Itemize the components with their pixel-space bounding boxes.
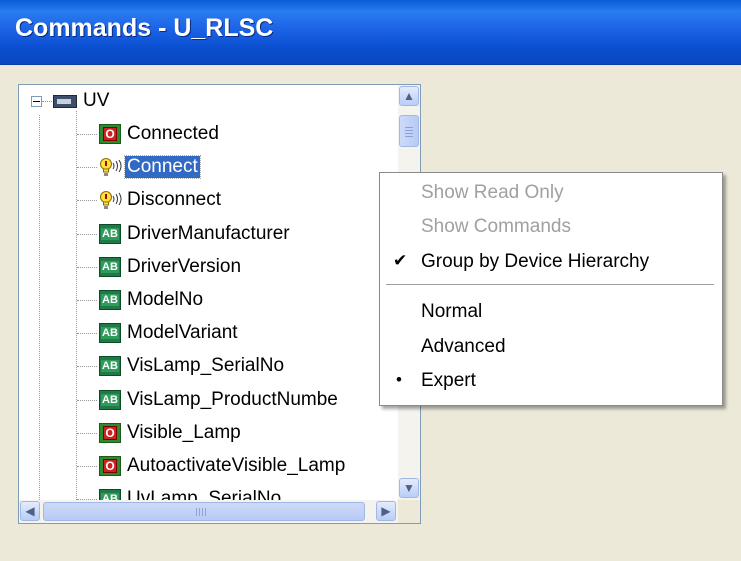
ab-icon-glyph: AB <box>101 493 119 500</box>
menu-item-show-read-only[interactable]: Show Read Only <box>380 177 720 209</box>
tree-item-label: VisLamp_ProductNumbe <box>127 389 338 410</box>
tree-item-label: DriverManufacturer <box>127 223 290 244</box>
tree-root-uv[interactable]: UV <box>19 85 398 118</box>
tree-line <box>77 333 97 334</box>
device-icon <box>53 95 77 108</box>
tree-line <box>77 267 97 268</box>
chevron-down-icon: ▼ <box>403 481 415 495</box>
tree-line <box>77 366 97 367</box>
ab-icon: AB <box>99 323 121 343</box>
tree-item[interactable]: O Connected <box>19 118 398 151</box>
tree-item-label: Disconnect <box>127 189 221 210</box>
tree-item[interactable]: O Visible_Lamp <box>19 417 398 450</box>
menu-item-normal[interactable]: Normal <box>380 296 720 328</box>
command-bulb-icon <box>99 157 122 177</box>
io-icon: O <box>99 423 121 443</box>
ab-icon-glyph: AB <box>101 394 119 406</box>
scroll-right-button[interactable]: ▶ <box>376 501 396 521</box>
tree-item[interactable]: AB DriverManufacturer <box>19 218 398 251</box>
tree-line <box>77 400 97 401</box>
tree-item-label: Connect <box>124 155 201 179</box>
horizontal-scroll-thumb[interactable] <box>43 502 365 521</box>
tree-item[interactable]: Disconnect <box>19 184 398 217</box>
tree-item[interactable]: AB UvLamp_SerialNo <box>19 483 398 500</box>
tree-line <box>42 101 52 102</box>
tree-item[interactable]: AB VisLamp_SerialNo <box>19 350 398 383</box>
ab-icon-glyph: AB <box>101 360 119 372</box>
context-menu: Show Read Only Show Commands ✔ Group by … <box>379 172 723 406</box>
tree-line <box>77 200 97 201</box>
checkmark-icon: ✔ <box>393 251 408 270</box>
menu-separator <box>386 284 714 285</box>
ab-icon-glyph: AB <box>101 228 119 240</box>
tree-line <box>77 433 97 434</box>
tree-item-label: ModelVariant <box>127 322 238 343</box>
chevron-left-icon: ◀ <box>25 504 35 518</box>
tree-item[interactable]: AB DriverVersion <box>19 251 398 284</box>
ab-icon-glyph: AB <box>101 261 119 273</box>
commands-tree[interactable]: UV O Connected Connect Disconnect AB DriverMa… <box>18 84 421 524</box>
tree-line <box>77 134 97 135</box>
tree-item-label: Connected <box>127 123 219 144</box>
scroll-left-button[interactable]: ◀ <box>20 501 40 521</box>
menu-item-group-by-device-hierarchy[interactable]: ✔ Group by Device Hierarchy <box>380 246 720 278</box>
collapse-toggle-icon[interactable] <box>31 96 42 107</box>
tree-item-label: UvLamp_SerialNo <box>127 488 282 500</box>
command-bulb-icon <box>99 190 122 210</box>
scroll-corner <box>398 500 420 523</box>
tree-line <box>77 167 97 168</box>
tree-item-label: Visible_Lamp <box>127 422 241 443</box>
ab-icon-glyph: AB <box>101 294 119 306</box>
io-icon-glyph: O <box>103 127 117 141</box>
chevron-up-icon: ▲ <box>403 89 415 103</box>
io-icon-glyph: O <box>103 426 117 440</box>
tree-viewport: UV O Connected Connect Disconnect AB DriverMa… <box>19 85 398 500</box>
window-title: Commands - U_RLSC <box>15 14 274 42</box>
tree-line <box>77 466 97 467</box>
tree-item[interactable]: O AutoactivateVisible_Lamp <box>19 450 398 483</box>
io-icon-glyph: O <box>103 459 117 473</box>
tree-item-label: DriverVersion <box>127 256 242 277</box>
tree-item[interactable]: AB VisLamp_ProductNumbe <box>19 384 398 417</box>
scroll-up-button[interactable]: ▲ <box>399 86 419 106</box>
ab-icon: AB <box>99 489 121 500</box>
ab-icon: AB <box>99 257 121 277</box>
io-icon: O <box>99 124 121 144</box>
chevron-right-icon: ▶ <box>381 504 391 518</box>
menu-item-advanced[interactable]: Advanced <box>380 331 720 363</box>
vertical-scroll-thumb[interactable] <box>399 115 419 147</box>
ab-icon: AB <box>99 224 121 244</box>
tree-item[interactable]: AB ModelNo <box>19 284 398 317</box>
tree-item-label: AutoactivateVisible_Lamp <box>127 455 346 476</box>
menu-item-expert[interactable]: • Expert <box>380 365 720 397</box>
tree-node-label: UV <box>83 90 110 111</box>
tree-item-label: VisLamp_SerialNo <box>127 355 285 376</box>
tree-item-label: ModelNo <box>127 289 204 310</box>
window-titlebar[interactable]: Commands - U_RLSC <box>0 0 741 65</box>
tree-line <box>77 234 97 235</box>
menu-item-show-commands[interactable]: Show Commands <box>380 211 720 243</box>
ab-icon: AB <box>99 356 121 376</box>
ab-icon: AB <box>99 290 121 310</box>
tree-line <box>77 300 97 301</box>
ab-icon: AB <box>99 390 121 410</box>
radio-bullet-icon: • <box>396 370 402 389</box>
tree-item[interactable]: Connect <box>19 151 398 184</box>
tree-item[interactable]: AB ModelVariant <box>19 317 398 350</box>
ab-icon-glyph: AB <box>101 327 119 339</box>
scroll-down-button[interactable]: ▼ <box>399 478 419 498</box>
io-icon: O <box>99 456 121 476</box>
horizontal-scrollbar[interactable]: ◀ ▶ <box>19 500 398 523</box>
